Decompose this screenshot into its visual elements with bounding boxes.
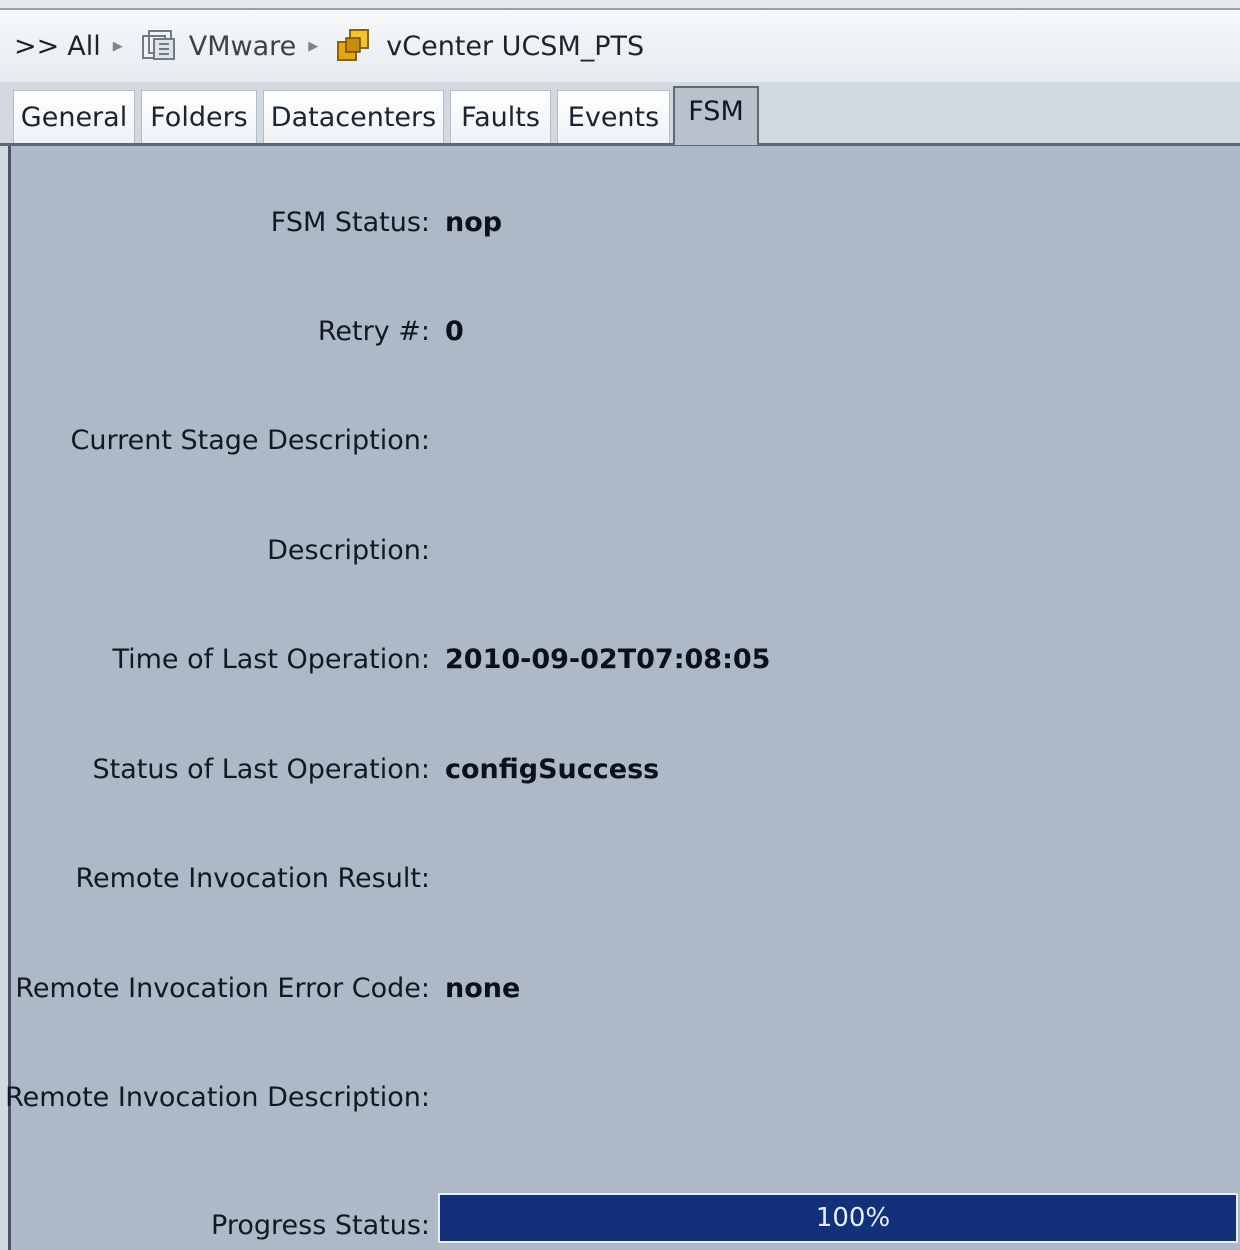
breadcrumb: >> All ▶ VMware ▶ vCenter UCSM_PTS <box>0 10 1240 82</box>
remote-result-row: Remote Invocation Result: <box>0 859 430 899</box>
tab-folders[interactable]: Folders <box>141 90 257 143</box>
progress-label: Progress Status: <box>211 1210 430 1241</box>
progress-text: 100% <box>815 1203 891 1233</box>
breadcrumb-item-vcenter[interactable]: vCenter UCSM_PTS <box>334 26 644 66</box>
tab-events[interactable]: Events <box>557 90 670 143</box>
remote-desc-label: Remote Invocation Description: <box>5 1082 430 1113</box>
tab-general[interactable]: General <box>13 90 135 143</box>
breadcrumb-arrow-icon: ▶ <box>308 38 319 54</box>
description-label: Description: <box>267 535 430 566</box>
description-row: Description: <box>0 531 430 571</box>
tab-datacenters[interactable]: Datacenters <box>263 90 444 143</box>
vcenter-icon <box>337 29 370 61</box>
current-stage-label: Current Stage Description: <box>70 425 430 456</box>
status-last-op-row: Status of Last Operation: <box>0 750 430 790</box>
breadcrumb-label-vmware[interactable]: VMware <box>189 31 297 62</box>
progress-bar: 100% <box>438 1193 1238 1243</box>
status-last-op-value: configSuccess <box>445 754 660 785</box>
vmware-icon <box>141 30 175 60</box>
remote-error-row: Remote Invocation Error Code: <box>0 969 430 1009</box>
retry-value: 0 <box>445 316 464 347</box>
status-last-op-label: Status of Last Operation: <box>92 754 430 785</box>
tab-fsm[interactable]: FSM <box>673 86 759 145</box>
fsm-status-label: FSM Status: <box>270 207 430 238</box>
breadcrumb-prefix[interactable]: >> <box>14 31 59 62</box>
time-last-op-value: 2010-09-02T07:08:05 <box>445 644 771 675</box>
window-top-strip <box>0 0 1240 10</box>
breadcrumb-item-all[interactable]: All <box>67 31 100 62</box>
time-last-op-row: Time of Last Operation: <box>0 640 430 680</box>
retry-row: Retry #: <box>0 312 430 352</box>
breadcrumb-label-vcenter: vCenter UCSM_PTS <box>386 30 645 62</box>
fsm-status-row: FSM Status: <box>0 203 430 243</box>
remote-desc-row: Remote Invocation Description: <box>0 1078 430 1118</box>
progress-row: Progress Status: <box>0 1206 430 1246</box>
tab-faults[interactable]: Faults <box>450 90 551 143</box>
breadcrumb-item-vmware[interactable]: VMware <box>139 26 297 66</box>
breadcrumb-arrow-icon: ▶ <box>112 38 123 54</box>
breadcrumb-label-all[interactable]: All <box>67 31 100 62</box>
remote-error-label: Remote Invocation Error Code: <box>15 973 430 1004</box>
current-stage-row: Current Stage Description: <box>0 421 430 461</box>
remote-error-value: none <box>445 973 521 1004</box>
fsm-status-value: nop <box>445 207 503 238</box>
remote-result-label: Remote Invocation Result: <box>75 863 430 894</box>
retry-label: Retry #: <box>317 316 430 347</box>
time-last-op-label: Time of Last Operation: <box>112 644 430 675</box>
tab-bar: General Folders Datacenters Faults Event… <box>0 82 1240 146</box>
